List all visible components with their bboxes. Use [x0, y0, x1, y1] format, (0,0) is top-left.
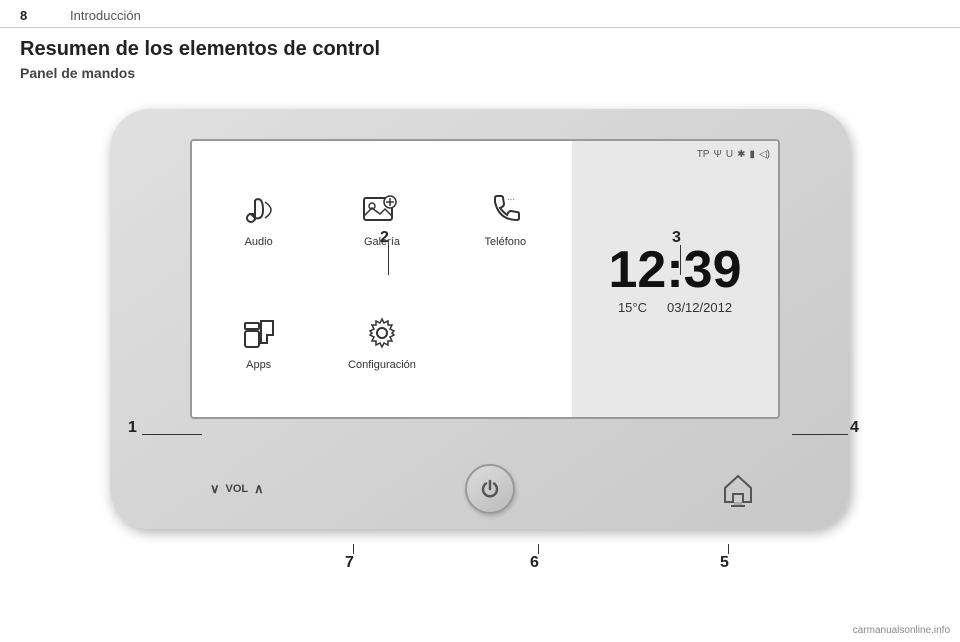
page-header: 8 Introducción: [0, 0, 960, 28]
config-icon: [360, 311, 404, 355]
phone-icon: ···: [483, 188, 527, 232]
menu-item-audio[interactable]: Audio: [237, 188, 281, 248]
battery-icon: ▮: [749, 149, 755, 160]
antenna-icon: Ψ: [713, 149, 721, 160]
tp-icon: TP: [697, 149, 710, 160]
callout-5: 5: [720, 554, 729, 572]
callout-line-2: [388, 245, 389, 275]
home-icon: [719, 470, 757, 508]
power-icon: [479, 478, 501, 500]
callout-line-3: [680, 245, 681, 275]
watermark: carmanualsonline.info: [853, 625, 950, 636]
clock-display: 12:39 15°C 03/12/2012: [609, 244, 742, 315]
gallery-icon: [360, 188, 404, 232]
power-button[interactable]: [465, 464, 515, 514]
callout-7: 7: [345, 554, 354, 572]
main-title: Resumen de los elementos de control: [0, 28, 960, 63]
temperature: 15°C: [618, 300, 647, 315]
section-title: Introducción: [70, 8, 141, 23]
apps-label: Apps: [246, 359, 271, 371]
device-illustration: Audio Galería: [50, 89, 910, 559]
device-body: Audio Galería: [110, 109, 850, 529]
svg-text:···: ···: [507, 195, 515, 204]
screen-clock-panel: TP Ψ U ✱ ▮ ◁) 12:39 15°C 03/12/2012: [572, 141, 778, 417]
phone-label: Teléfono: [485, 236, 527, 248]
menu-item-phone[interactable]: ··· Teléfono: [483, 188, 527, 248]
callout-6: 6: [530, 554, 539, 572]
home-button[interactable]: [716, 467, 760, 511]
callout-1: 1: [128, 419, 137, 437]
device-screen: Audio Galería: [190, 139, 780, 419]
sub-title: Panel de mandos: [0, 63, 960, 89]
vol-label: VOL: [226, 483, 249, 495]
device-controls: ∨ VOL ∧: [190, 464, 780, 514]
clock-time: 12:39: [609, 244, 742, 296]
status-bar: TP Ψ U ✱ ▮ ◁): [697, 149, 770, 160]
callout-line-6: [538, 544, 539, 554]
screen-menu-panel: Audio Galería: [192, 141, 572, 417]
callout-line-5: [728, 544, 729, 554]
callout-line-4: [792, 434, 848, 435]
menu-item-config[interactable]: Configuración: [348, 311, 416, 371]
vol-up-icon[interactable]: ∧: [254, 481, 264, 497]
callout-line-1: [142, 434, 202, 435]
page-number: 8: [20, 8, 50, 23]
apps-icon: [237, 311, 281, 355]
vol-down-icon[interactable]: ∨: [210, 481, 220, 497]
date: 03/12/2012: [667, 300, 732, 315]
audio-label: Audio: [245, 236, 273, 248]
callout-4: 4: [850, 419, 859, 437]
config-label: Configuración: [348, 359, 416, 371]
bluetooth-icon: ✱: [737, 149, 745, 160]
clock-date: 15°C 03/12/2012: [609, 300, 742, 315]
vol-control[interactable]: ∨ VOL ∧: [210, 481, 264, 497]
audio-icon: [237, 188, 281, 232]
volume-icon: ◁): [759, 149, 770, 160]
callout-line-7: [353, 544, 354, 554]
usb-icon: U: [726, 149, 733, 160]
menu-item-apps[interactable]: Apps: [237, 311, 281, 371]
